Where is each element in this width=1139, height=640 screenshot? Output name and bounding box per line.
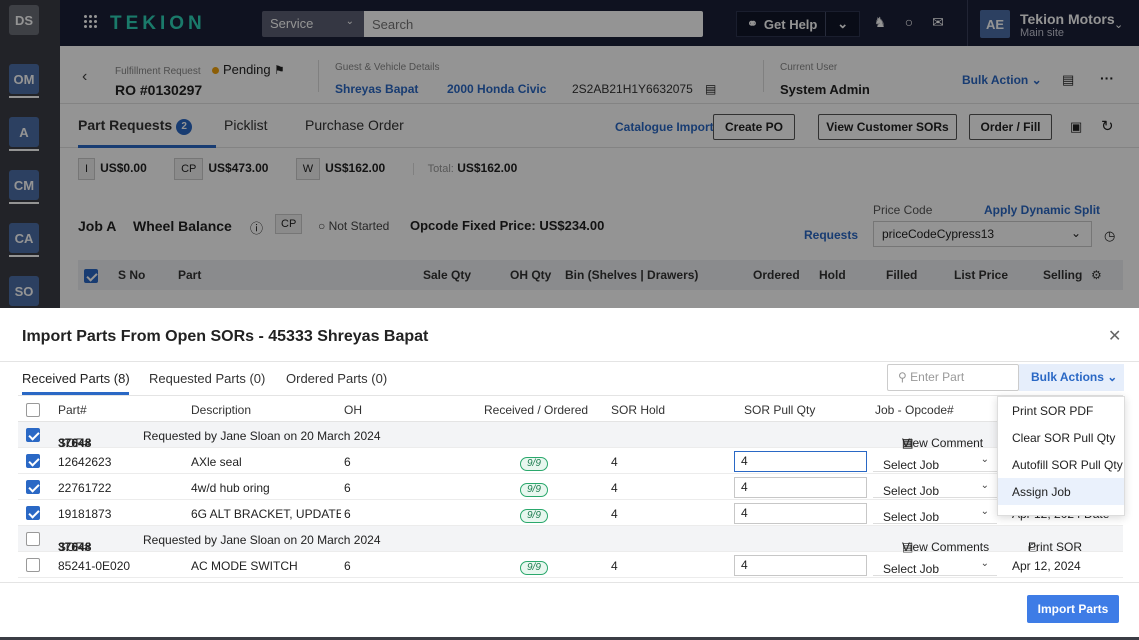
table-row: 85241-0E020 AC MODE SWITCH 6 9/9 4 4 Sel… bbox=[18, 552, 1123, 578]
date-cell: Apr 12, 2024 bbox=[1012, 559, 1081, 573]
enter-part-input[interactable]: ⚲ Enter Part bbox=[887, 364, 1019, 391]
select-job-dropdown[interactable]: Select Job ⌄ bbox=[873, 477, 997, 498]
modal-title: Import Parts From Open SORs - 45333 Shre… bbox=[22, 328, 429, 345]
table-row: 12642623 AXle seal 6 9/9 4 4 Select Job ⌄ bbox=[18, 448, 1123, 474]
modal-overlay[interactable] bbox=[0, 0, 1139, 308]
bulk-actions-menu: Print SOR PDF Clear SOR Pull Qty Autofil… bbox=[997, 396, 1125, 516]
modal-table-header: Part# Description OH Received / Ordered … bbox=[18, 395, 1123, 422]
tab-ordered-parts[interactable]: Ordered Parts (0) bbox=[286, 371, 387, 386]
table-row: 19181873 6G ALT BRACKET, UPDATEC 6 9/9 4… bbox=[18, 500, 1123, 526]
row-checkbox[interactable] bbox=[26, 454, 40, 468]
chevron-down-icon: ⌄ bbox=[980, 480, 989, 491]
menu-item-autofill-sor-pull-qty[interactable]: Autofill SOR Pull Qty bbox=[998, 451, 1124, 478]
sor-checkbox[interactable] bbox=[26, 532, 40, 546]
menu-item-clear-sor-pull-qty[interactable]: Clear SOR Pull Qty bbox=[998, 424, 1124, 451]
chevron-down-icon: ⌄ bbox=[1107, 370, 1118, 384]
requested-by: Requested by Jane Sloan on 20 March 2024 bbox=[143, 429, 381, 443]
chevron-down-icon: ⌄ bbox=[980, 558, 989, 569]
received-badge: 9/9 bbox=[520, 457, 548, 471]
sor-group-row: SOR# 37648 Requested by Jane Sloan on 20… bbox=[18, 422, 1123, 450]
row-checkbox[interactable] bbox=[26, 480, 40, 494]
import-parts-button[interactable]: Import Parts bbox=[1027, 595, 1119, 623]
sor-pull-qty-input[interactable]: 4 bbox=[734, 451, 867, 472]
tab-requested-parts[interactable]: Requested Parts (0) bbox=[149, 371, 265, 386]
sor-pull-qty-input[interactable]: 4 bbox=[734, 477, 867, 498]
tab-received-parts[interactable]: Received Parts (8) bbox=[22, 371, 130, 386]
sor-checkbox[interactable] bbox=[26, 428, 40, 442]
row-checkbox[interactable] bbox=[26, 506, 40, 520]
import-parts-modal: Import Parts From Open SORs - 45333 Shre… bbox=[0, 308, 1139, 640]
close-icon[interactable]: ✕ bbox=[1108, 326, 1121, 346]
menu-item-print-sor-pdf[interactable]: Print SOR PDF bbox=[998, 397, 1124, 424]
select-job-dropdown[interactable]: Select Job ⌄ bbox=[873, 451, 997, 472]
chevron-down-icon: ⌄ bbox=[980, 454, 989, 465]
sor-group-row: SOR# 37648 Requested by Jane Sloan on 20… bbox=[18, 526, 1123, 554]
received-badge: 9/9 bbox=[520, 483, 548, 497]
requested-by: Requested by Jane Sloan on 20 March 2024 bbox=[143, 533, 381, 547]
sor-pull-qty-input[interactable]: 4 bbox=[734, 555, 867, 576]
table-row: 22761722 4w/d hub oring 6 9/9 4 4 Select… bbox=[18, 474, 1123, 500]
select-all-checkbox[interactable] bbox=[26, 402, 40, 417]
search-icon: ⚲ bbox=[898, 370, 907, 384]
sor-pull-qty-input[interactable]: 4 bbox=[734, 503, 867, 524]
select-job-dropdown[interactable]: Select Job ⌄ bbox=[873, 555, 997, 576]
received-badge: 9/9 bbox=[520, 509, 548, 523]
select-job-dropdown[interactable]: Select Job ⌄ bbox=[873, 503, 997, 524]
bulk-actions-button[interactable]: Bulk Actions ⌄ bbox=[1019, 364, 1124, 391]
received-badge: 9/9 bbox=[520, 561, 548, 575]
menu-item-assign-job[interactable]: Assign Job bbox=[998, 478, 1124, 505]
chevron-down-icon: ⌄ bbox=[980, 506, 989, 517]
row-checkbox[interactable] bbox=[26, 558, 40, 572]
